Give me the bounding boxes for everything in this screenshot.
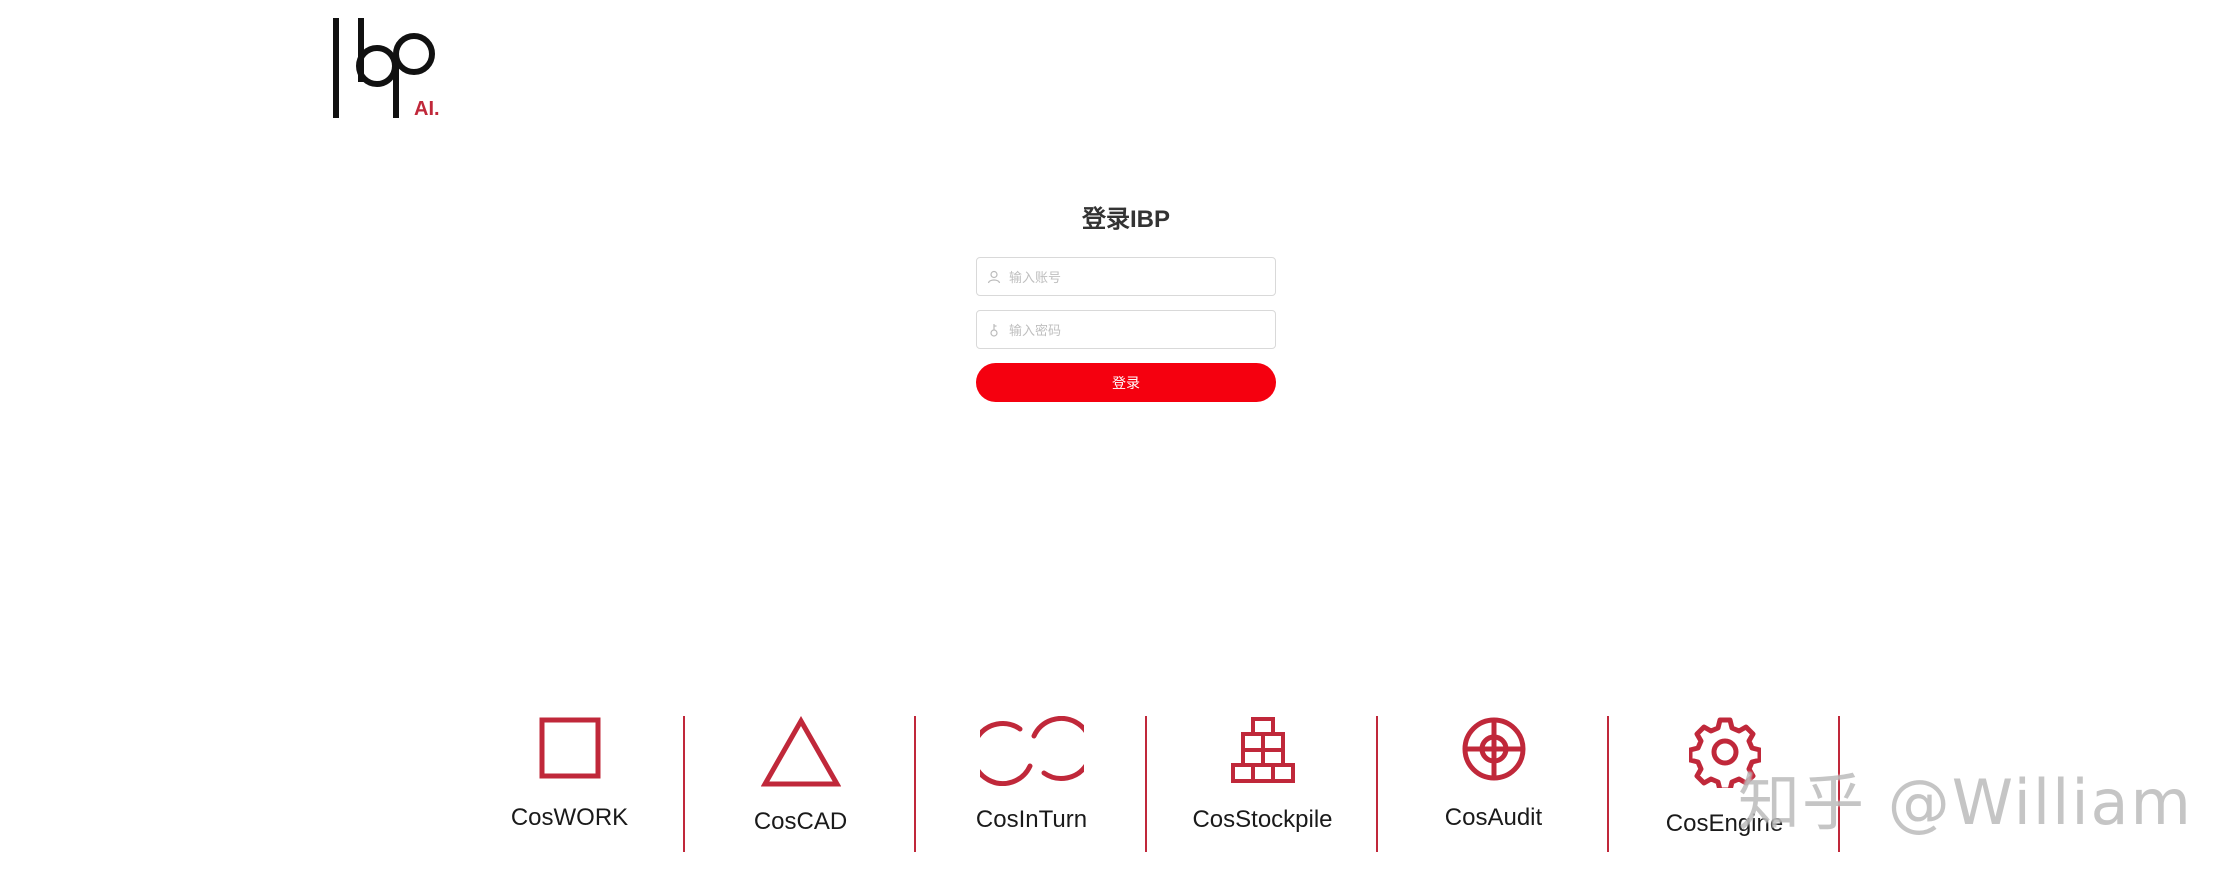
login-form: 登录IBP 登录 [976, 205, 1276, 402]
product-cos-audit[interactable]: CosAudit [1378, 716, 1609, 852]
product-cos-work[interactable]: CosWORK [454, 716, 685, 852]
square-icon [539, 717, 600, 779]
product-cos-cad[interactable]: CosCAD [685, 716, 916, 852]
login-title: 登录IBP [1081, 206, 1170, 233]
product-label: CosAudit [1444, 804, 1543, 831]
product-label: CosWORK [510, 804, 629, 831]
account-input[interactable] [1007, 258, 1271, 297]
password-input[interactable] [1007, 311, 1271, 350]
linked-circles-icon [979, 716, 1084, 786]
logo-ai-suffix: AI. [414, 98, 440, 120]
target-icon [1462, 717, 1525, 781]
product-cos-stockpile[interactable]: CosStockpile [1147, 716, 1378, 852]
product-label: CosInTurn [975, 806, 1088, 833]
product-label: CosStockpile [1192, 806, 1333, 833]
product-label: CosCAD [753, 808, 848, 835]
product-cos-inturn[interactable]: CosInTurn [916, 716, 1147, 852]
watermark: 知乎 @William [1738, 766, 2193, 839]
triangle-icon [760, 716, 841, 787]
product-bar: CosWORK CosCAD CosInTurn CosStockpile Co… [454, 716, 1844, 852]
account-field[interactable] [976, 257, 1276, 297]
login-button[interactable]: 登录 [976, 363, 1276, 402]
key-icon [990, 324, 998, 337]
password-field[interactable] [976, 310, 1276, 350]
user-icon [987, 270, 1001, 284]
stacked-blocks-icon [1230, 717, 1295, 783]
